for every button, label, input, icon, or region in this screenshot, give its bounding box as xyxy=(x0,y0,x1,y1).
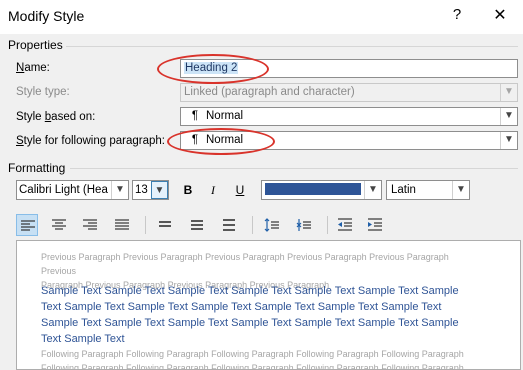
chevron-down-icon[interactable]: ▼ xyxy=(111,181,128,199)
align-left-button[interactable] xyxy=(16,214,38,236)
align-left-icon xyxy=(21,220,35,231)
following-style-select[interactable]: ¶ Normal ▼ xyxy=(180,131,518,150)
align-right-button[interactable] xyxy=(79,214,101,236)
following-style-label: Style for following paragraph: xyxy=(16,135,165,147)
name-label: Name: xyxy=(16,62,50,74)
chevron-down-icon[interactable]: ▼ xyxy=(500,108,517,125)
chevron-down-icon[interactable]: ▼ xyxy=(151,181,168,199)
sample-text-preview: Sample Text Sample Text Sample Text Samp… xyxy=(41,283,471,347)
font-color-swatch xyxy=(265,183,361,195)
increase-indent-icon xyxy=(368,218,382,231)
following-style-label-suffix: tyle for following paragraph: xyxy=(23,135,165,147)
increase-paragraph-spacing-button[interactable] xyxy=(261,214,283,236)
style-type-select: Linked (paragraph and character) ▼ xyxy=(180,83,518,102)
underline-button[interactable]: U xyxy=(230,180,250,200)
formatting-section-label: Formatting xyxy=(8,161,66,175)
properties-divider xyxy=(66,46,518,47)
decrease-indent-button[interactable] xyxy=(334,214,356,236)
toolbar-separator xyxy=(145,216,146,234)
align-center-button[interactable] xyxy=(48,214,70,236)
formatting-divider xyxy=(70,168,518,169)
help-button[interactable]: ? xyxy=(445,6,469,28)
decrease-indent-icon xyxy=(338,218,352,231)
paragraph-mark-icon: ¶ xyxy=(191,134,198,146)
increase-indent-button[interactable] xyxy=(364,214,386,236)
chevron-down-icon: ▼ xyxy=(500,84,517,101)
decrease-spacing-icon xyxy=(296,219,311,231)
style-based-on-select[interactable]: ¶ Normal ▼ xyxy=(180,107,518,126)
align-right-icon xyxy=(83,219,97,230)
one-half-spacing-button[interactable] xyxy=(186,214,208,236)
chevron-down-icon[interactable]: ▼ xyxy=(364,181,381,199)
increase-spacing-icon xyxy=(264,218,279,232)
align-center-icon xyxy=(52,219,66,230)
chevron-down-icon[interactable]: ▼ xyxy=(452,181,469,199)
following-style-label-mnemonic: S xyxy=(16,135,24,147)
language-select[interactable]: Latin ▼ xyxy=(386,180,470,200)
single-spacing-button[interactable] xyxy=(154,214,176,236)
style-based-on-label-suffix: ased on: xyxy=(51,111,96,123)
close-button[interactable]: ✕ xyxy=(488,5,512,27)
name-field[interactable]: Heading 2 xyxy=(180,59,518,78)
title-bar: Modify Style ? ✕ xyxy=(0,0,523,34)
following-paragraph-line: Following Paragraph Following Paragraph … xyxy=(41,349,464,359)
sample-text-line: Text Sample Text Sample Text Sample Text… xyxy=(41,301,442,313)
font-name-select[interactable]: Calibri Light (Hea ▼ xyxy=(16,180,129,200)
bold-button[interactable]: B xyxy=(178,180,198,200)
font-name-value: Calibri Light (Hea xyxy=(19,184,108,196)
justify-icon xyxy=(115,219,129,230)
previous-paragraph-line: Previous Paragraph Previous Paragraph Pr… xyxy=(41,252,449,276)
double-spacing-icon xyxy=(223,219,235,231)
style-based-on-label-prefix: Style xyxy=(16,111,45,123)
double-spacing-button[interactable] xyxy=(218,214,240,236)
properties-section-label: Properties xyxy=(8,38,63,52)
sample-text-line: Text Sample Text xyxy=(41,333,125,345)
justify-button[interactable] xyxy=(111,214,133,236)
style-type-label: Style type: xyxy=(16,86,70,98)
name-value: Heading 2 xyxy=(184,62,239,74)
style-based-on-label: Style based on: xyxy=(16,111,95,123)
paragraph-mark-icon: ¶ xyxy=(191,110,198,122)
toolbar-separator xyxy=(327,216,328,234)
following-paragraph-preview: Following Paragraph Following Paragraph … xyxy=(41,347,471,369)
decrease-paragraph-spacing-button[interactable] xyxy=(293,214,315,236)
language-value: Latin xyxy=(391,184,416,196)
single-spacing-icon xyxy=(159,221,171,227)
toolbar-separator xyxy=(252,216,253,234)
italic-button[interactable]: I xyxy=(203,180,223,200)
sample-text-line: Sample Text Sample Text Sample Text Samp… xyxy=(41,317,459,329)
font-size-select[interactable]: 13 ▼ xyxy=(132,180,169,200)
dialog-title: Modify Style xyxy=(8,8,85,24)
one-half-spacing-icon xyxy=(191,220,203,230)
font-size-value: 13 xyxy=(135,184,148,196)
following-style-value: Normal xyxy=(206,134,244,146)
chevron-down-icon[interactable]: ▼ xyxy=(500,132,517,149)
style-type-value: Linked (paragraph and character) xyxy=(184,86,355,98)
style-preview: Previous Paragraph Previous Paragraph Pr… xyxy=(16,240,521,370)
sample-text-line: Sample Text Sample Text Sample Text Samp… xyxy=(41,285,459,297)
style-based-on-value: Normal xyxy=(206,110,244,122)
